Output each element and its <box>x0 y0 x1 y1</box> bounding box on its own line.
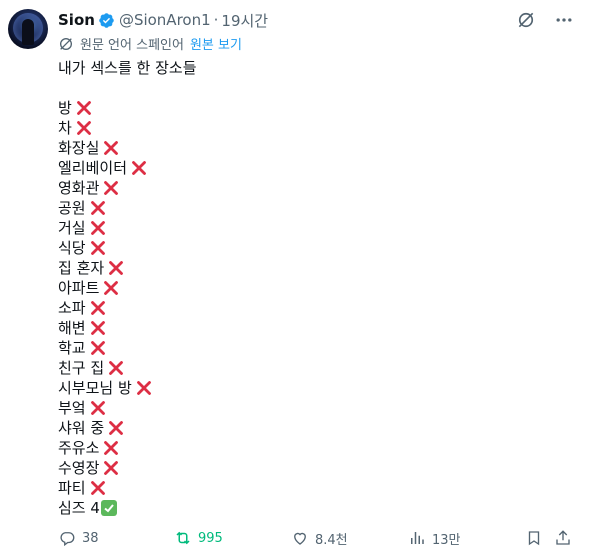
place-text: 집 혼자 <box>58 259 105 277</box>
place-text: 주유소 <box>58 439 100 457</box>
list-item: 집 혼자 <box>58 258 558 278</box>
place-text: 거실 <box>58 219 86 237</box>
list-item: 파티 <box>58 478 558 498</box>
list-item: 식당 <box>58 238 558 258</box>
list-item: 시부모님 방 <box>58 378 558 398</box>
cross-mark-icon <box>90 240 106 256</box>
list-item: 아파트 <box>58 278 558 298</box>
place-text: 친구 집 <box>58 359 105 377</box>
views-icon <box>411 532 424 544</box>
place-text: 해변 <box>58 319 86 337</box>
cross-mark-icon <box>108 420 124 436</box>
cross-mark-icon <box>90 300 106 316</box>
more-options-icon[interactable] <box>554 10 574 30</box>
separator: · <box>213 11 219 29</box>
post-title: 내가 섹스를 한 장소들 <box>58 59 197 77</box>
place-text: 엘리베이터 <box>58 159 128 177</box>
bookmark-button[interactable] <box>525 528 549 548</box>
reply-icon <box>60 532 75 547</box>
list-item: 영화관 <box>58 178 558 198</box>
cross-mark-icon <box>76 120 92 136</box>
repost-button[interactable]: 995 <box>174 528 223 548</box>
share-button[interactable] <box>554 528 578 548</box>
list-item: 샤워 중 <box>58 418 558 438</box>
cross-mark-icon <box>108 360 124 376</box>
list-item: 화장실 <box>58 138 558 158</box>
list-item: 소파 <box>58 298 558 318</box>
verified-badge-icon <box>98 12 115 29</box>
post-body: 내가 섹스를 한 장소들 방 차화장실엘리베이터영화관공원거실식당집 혼자아파트소… <box>58 58 558 518</box>
cross-mark-icon <box>90 340 106 356</box>
grok-icon[interactable] <box>516 10 536 30</box>
place-text: 샤워 중 <box>58 419 105 437</box>
bookmark-icon <box>528 531 540 546</box>
cross-mark-icon <box>103 180 119 196</box>
post-time[interactable]: 19시간 <box>221 10 268 31</box>
place-text: 학교 <box>58 339 86 357</box>
heart-icon <box>294 532 306 545</box>
repost-count: 995 <box>198 530 223 546</box>
list-item: 심즈 4 <box>58 498 558 518</box>
share-icon <box>556 530 570 545</box>
list-item: 수영장 <box>58 458 558 478</box>
place-text: 소파 <box>58 299 86 317</box>
translation-notice: 원문 언어 스페인어 원본 보기 <box>58 34 242 53</box>
list-item: 주유소 <box>58 438 558 458</box>
post-header: Sion @SionAron1 · 19시간 <box>58 10 268 30</box>
cross-mark-icon <box>90 200 106 216</box>
list-item: 부엌 <box>58 398 558 418</box>
check-mark-icon <box>100 500 117 516</box>
list-item: 친구 집 <box>58 358 558 378</box>
cross-mark-icon <box>90 400 106 416</box>
place-text: 화장실 <box>58 139 100 157</box>
translation-label: 원문 언어 스페인어 <box>80 38 184 53</box>
place-text: 공원 <box>58 199 86 217</box>
cross-mark-icon <box>103 440 119 456</box>
translate-icon <box>58 36 74 52</box>
repost-icon <box>176 531 190 545</box>
cross-mark-icon <box>131 160 147 176</box>
action-bar: 38 995 8.4천 13만 <box>58 528 574 548</box>
list-item: 차 <box>58 118 558 138</box>
avatar[interactable] <box>8 9 48 49</box>
cross-mark-icon <box>136 380 152 396</box>
place-text: 부엌 <box>58 399 86 417</box>
place-list: 방 차화장실엘리베이터영화관공원거실식당집 혼자아파트소파해변학교친구 집시부모님… <box>58 98 558 518</box>
reply-button[interactable]: 38 <box>58 528 99 548</box>
cross-mark-icon <box>103 140 119 156</box>
author-handle[interactable]: @SionAron1 <box>119 11 211 29</box>
views-count: 13만 <box>432 532 461 548</box>
place-text: 차 <box>58 119 72 137</box>
show-original-link[interactable]: 원본 보기 <box>190 34 242 53</box>
place-text: 영화관 <box>58 179 100 197</box>
place-text: 아파트 <box>58 279 100 297</box>
list-item: 방 <box>58 98 558 118</box>
reply-count: 38 <box>82 530 99 546</box>
cross-mark-icon <box>103 460 119 476</box>
list-item: 공원 <box>58 198 558 218</box>
like-button[interactable]: 8.4천 <box>291 528 348 548</box>
cross-mark-icon <box>108 260 124 276</box>
place-text: 식당 <box>58 239 86 257</box>
list-item: 거실 <box>58 218 558 238</box>
cross-mark-icon <box>90 480 106 496</box>
list-item: 엘리베이터 <box>58 158 558 178</box>
cross-mark-icon <box>76 100 92 116</box>
place-text: 파티 <box>58 479 86 497</box>
author-name[interactable]: Sion <box>58 11 95 29</box>
cross-mark-icon <box>90 320 106 336</box>
list-item: 해변 <box>58 318 558 338</box>
cross-mark-icon <box>103 280 119 296</box>
like-count: 8.4천 <box>315 532 348 548</box>
place-text: 수영장 <box>58 459 100 477</box>
cross-mark-icon <box>90 220 106 236</box>
place-text: 시부모님 방 <box>58 379 132 397</box>
list-item: 학교 <box>58 338 558 358</box>
place-text: 심즈 4 <box>58 499 100 517</box>
place-text: 방 <box>58 99 72 117</box>
views-button[interactable]: 13만 <box>408 528 461 548</box>
